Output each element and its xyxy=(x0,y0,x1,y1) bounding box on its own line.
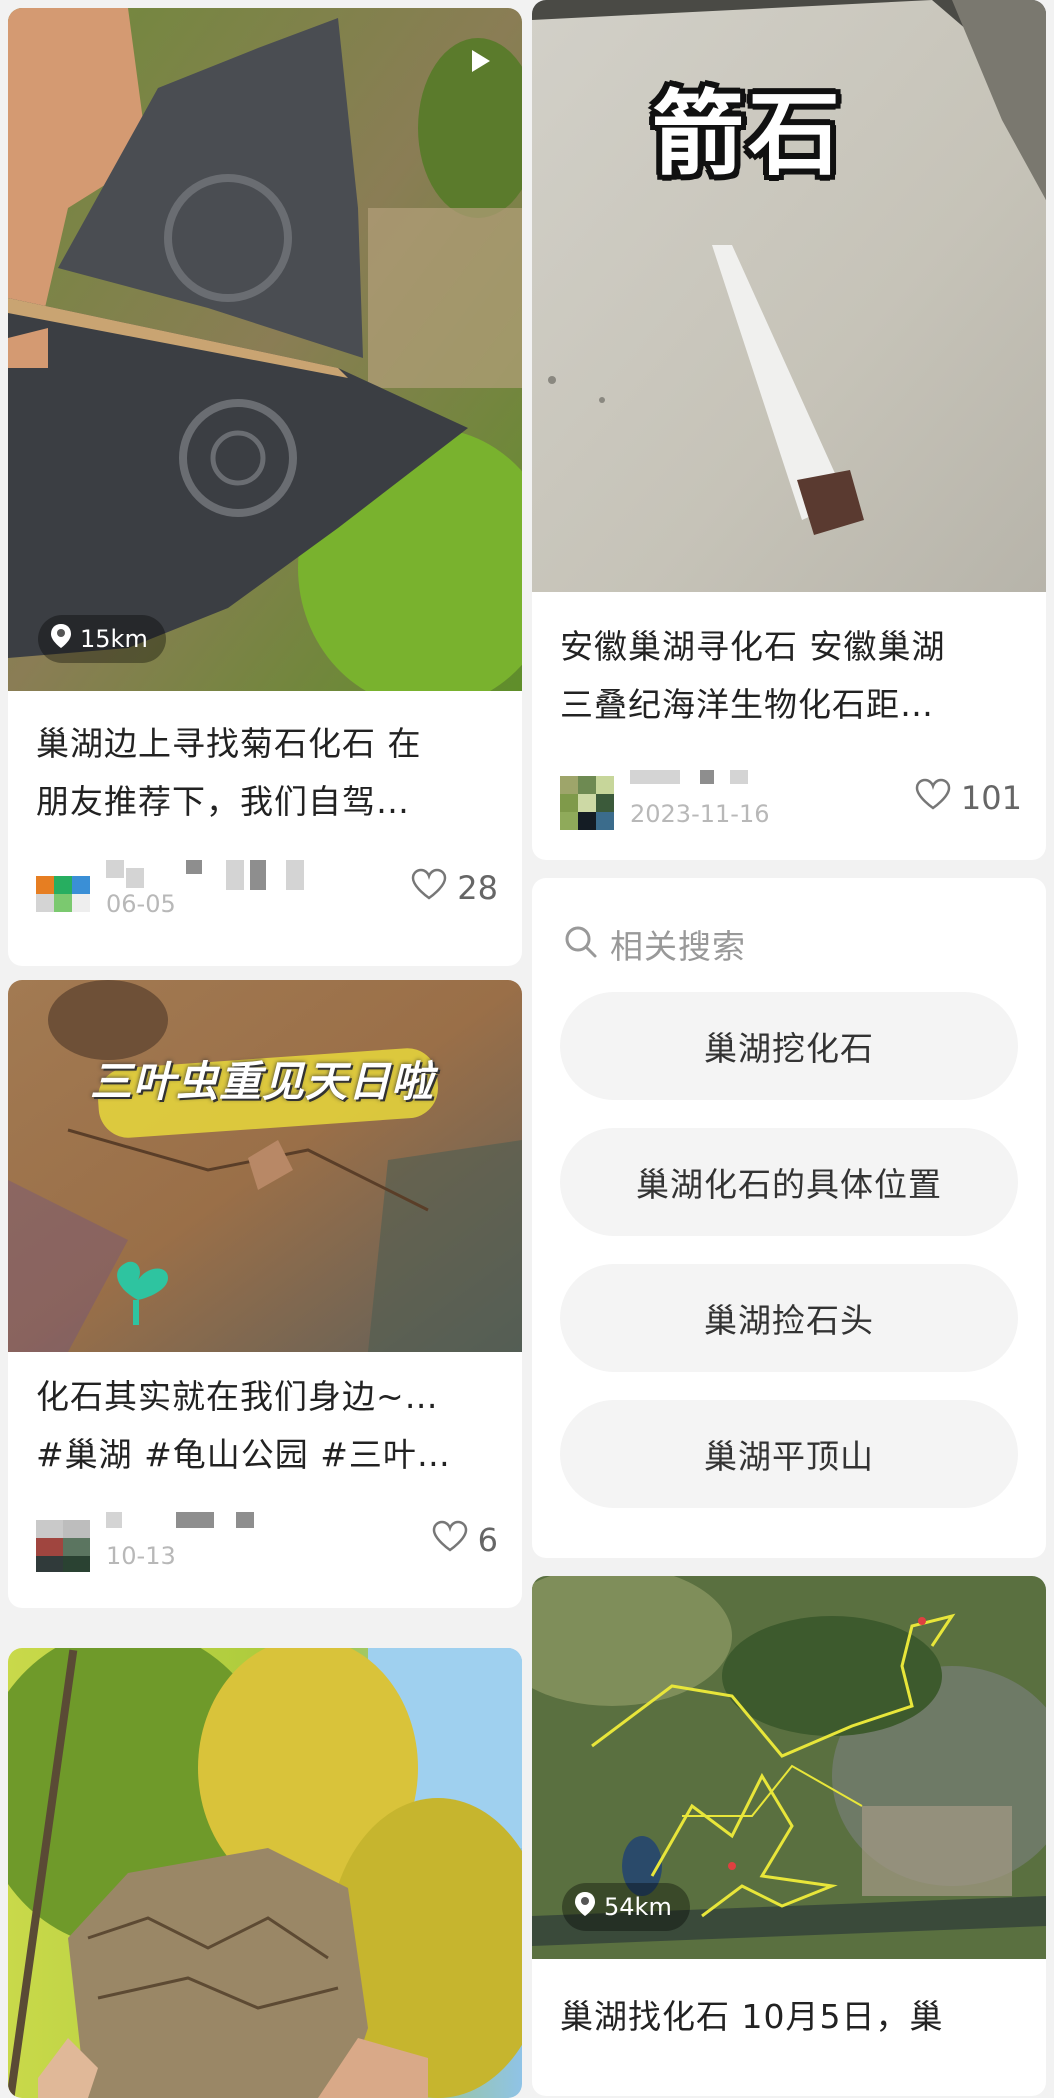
card-meta: 10-13 6 xyxy=(36,1512,498,1572)
card-cover-image: 箭石 xyxy=(532,0,1046,592)
search-icon xyxy=(564,925,598,963)
card-meta: 2023-11-16 101 xyxy=(560,770,1022,830)
username-blurred xyxy=(106,860,326,890)
location-pin-icon xyxy=(50,623,72,655)
card-cover-image: 15km xyxy=(8,8,522,691)
avatar[interactable] xyxy=(560,776,614,830)
fossil-in-hand-photo xyxy=(8,1648,522,2098)
card-meta: 06-05 28 xyxy=(36,860,498,920)
heart-icon xyxy=(432,1520,468,1560)
avatar[interactable] xyxy=(36,1518,90,1572)
feed-card-fossil-hand[interactable] xyxy=(8,1648,522,2098)
post-date: 2023-11-16 xyxy=(630,800,770,828)
username-blurred xyxy=(630,770,850,800)
username-blurred xyxy=(106,1512,326,1542)
heart-icon xyxy=(411,868,447,908)
related-search-header: 相关搜索 xyxy=(564,920,746,968)
like-button[interactable]: 28 xyxy=(411,868,498,908)
related-search-item[interactable]: 巢湖挖化石 xyxy=(560,992,1018,1100)
card-cover-image xyxy=(8,1648,522,2098)
related-search-item[interactable]: 巢湖平顶山 xyxy=(560,1400,1018,1508)
cover-overlay-text: 箭石 xyxy=(652,81,845,188)
heart-icon xyxy=(915,778,951,818)
cover-overlay-text: 三叶虫重见天日啦 xyxy=(90,1057,435,1106)
card-title: 化石其实就在我们身边~… #巢湖 #龟山公园 #三叶… xyxy=(36,1377,451,1474)
feed-card-ammonite[interactable]: 15km 巢湖边上寻找菊石化石 在 朋友推荐下，我们自驾… 06-05 28 xyxy=(8,8,522,966)
like-count: 101 xyxy=(960,779,1022,817)
post-date: 06-05 xyxy=(106,890,176,918)
card-cover-image: 三叶虫重见天日啦 xyxy=(8,980,522,1352)
ammonite-photo xyxy=(8,8,522,691)
location-pin-icon xyxy=(574,1891,596,1923)
like-button[interactable]: 6 xyxy=(432,1520,498,1560)
trilobite-photo xyxy=(8,980,522,1352)
card-cover-image: 54km xyxy=(532,1576,1046,1959)
post-date: 10-13 xyxy=(106,1542,176,1570)
related-search-label: 相关搜索 xyxy=(610,927,746,966)
card-title: 安徽巢湖寻化石 安徽巢湖 三叠纪海洋生物化石距… xyxy=(560,627,946,724)
location-badge: 15km xyxy=(38,615,166,663)
card-title: 巢湖边上寻找菊石化石 在 朋友推荐下，我们自驾… xyxy=(36,724,422,821)
like-button[interactable]: 101 xyxy=(915,778,1022,818)
feed-card-belemnite[interactable]: 箭石 安徽巢湖寻化石 安徽巢湖 三叠纪海洋生物化石距… 2023-11-16 1… xyxy=(532,0,1046,860)
video-play-icon xyxy=(470,48,492,78)
location-distance: 54km xyxy=(604,1893,672,1921)
like-count: 28 xyxy=(457,869,498,907)
related-search-item[interactable]: 巢湖化石的具体位置 xyxy=(560,1128,1018,1236)
related-search-card: 相关搜索 巢湖挖化石 巢湖化石的具体位置 巢湖捡石头 巢湖平顶山 xyxy=(532,878,1046,1558)
location-distance: 15km xyxy=(80,625,148,653)
card-title: 巢湖找化石 10月5日，巢 xyxy=(560,1997,944,2036)
related-search-item[interactable]: 巢湖捡石头 xyxy=(560,1264,1018,1372)
feed-card-map[interactable]: 54km 巢湖找化石 10月5日，巢 xyxy=(532,1576,1046,2096)
location-badge: 54km xyxy=(562,1883,690,1931)
avatar[interactable] xyxy=(36,866,90,920)
like-count: 6 xyxy=(477,1521,498,1559)
feed-card-trilobite[interactable]: 三叶虫重见天日啦 化石其实就在我们身边~… #巢湖 #龟山公园 #三叶… 10-… xyxy=(8,980,522,1608)
